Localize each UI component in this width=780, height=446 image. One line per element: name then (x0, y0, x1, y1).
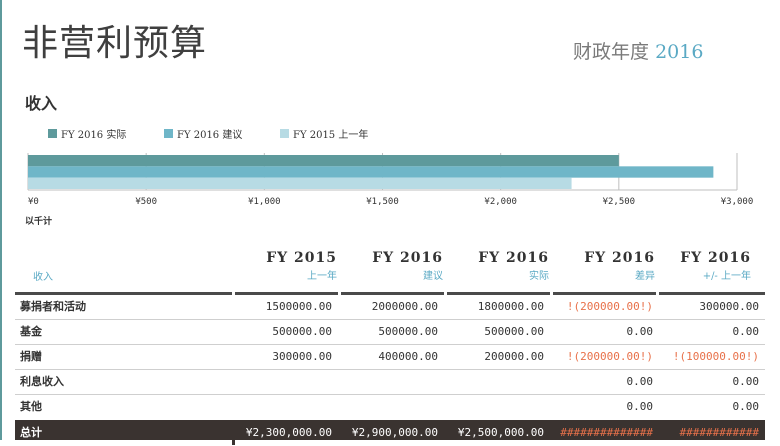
column-header-sub: 上一年 (307, 271, 337, 282)
column-header-year: FY 2016 (680, 250, 751, 266)
column-header-sub: 实际 (529, 271, 549, 282)
unit-label: 以千计 (25, 217, 53, 227)
legend-label: FY 2015 上一年 (293, 130, 369, 141)
total-label: 总计 (20, 426, 42, 439)
column-header-fy2016-variance: FY 2016 差异 (553, 250, 655, 282)
legend-swatch (164, 129, 173, 138)
cell-vs-prior[interactable]: 0.00 (659, 320, 760, 344)
column-header-sub: 差异 (635, 271, 655, 282)
cell-fy2016-actual[interactable]: 500000.00 (447, 320, 544, 344)
table-row[interactable]: 其他 0.00 0.00 (15, 395, 765, 420)
table-row[interactable]: 利息收入 0.00 0.00 (15, 370, 765, 395)
total-vs-prior[interactable]: ############ (659, 420, 759, 440)
cell-fy2016-proposed[interactable] (341, 395, 438, 419)
table-row[interactable]: 募捐者和活动 1500000.00 2000000.00 1800000.00 … (15, 295, 765, 320)
column-header-year: FY 2016 (584, 250, 655, 266)
legend-swatch (48, 129, 57, 138)
x-tick-label: ¥2,500 (603, 197, 636, 207)
total-row[interactable]: 总计 ¥2,300,000.00 ¥2,900,000.00 ¥2,500,00… (15, 420, 765, 445)
x-tick-label: ¥3,000 (721, 197, 754, 207)
table-row-header: 收入 (33, 272, 53, 283)
bar-fy2016-proposed (28, 166, 714, 178)
cell-fy2016-proposed[interactable] (341, 370, 438, 394)
total-fy2016-actual[interactable]: ¥2,500,000.00 (447, 420, 544, 440)
row-label: 利息收入 (20, 375, 64, 388)
cell-variance[interactable]: !(200000.00!) (553, 295, 653, 319)
total-variance[interactable]: ############## (553, 420, 653, 440)
cell-vs-prior[interactable]: 300000.00 (659, 295, 759, 319)
fiscal-year-label: 财政年度 (573, 41, 650, 63)
total-fy2016-proposed[interactable]: ¥2,900,000.00 (341, 420, 438, 440)
legend-swatch (280, 129, 289, 138)
bar-fy2016-actual (28, 155, 619, 167)
cell-fy2015-prior[interactable]: 500000.00 (235, 320, 332, 344)
cell-variance[interactable]: !(200000.00!) (553, 345, 653, 369)
cell-fy2016-actual[interactable] (447, 395, 544, 419)
cell-fy2016-proposed[interactable]: 400000.00 (341, 345, 438, 369)
cell-fy2015-prior[interactable] (235, 395, 332, 419)
column-header-sub: 建议 (423, 271, 443, 282)
revenue-bar-chart: ¥0 ¥500 ¥1,000 ¥1,500 ¥2,000 ¥2,500 ¥3,000 (27, 153, 754, 207)
legend-item-proposed-2016: FY 2016 建议 (164, 126, 242, 141)
cell-variance[interactable]: 0.00 (553, 395, 654, 419)
cell-fy2016-proposed[interactable]: 500000.00 (341, 320, 438, 344)
cell-vs-prior[interactable]: 0.00 (659, 395, 760, 419)
row-label: 其他 (20, 400, 42, 413)
column-header-fy2015-prior: FY 2015 上一年 (235, 250, 337, 282)
legend-item-prior-2015: FY 2015 上一年 (280, 126, 368, 141)
cell-vs-prior[interactable]: 0.00 (659, 370, 760, 394)
fiscal-year-value: 2016 (655, 41, 704, 63)
cell-fy2015-prior[interactable] (235, 370, 332, 394)
row-label: 捐赠 (20, 350, 42, 363)
x-tick-label: ¥2,000 (484, 197, 517, 207)
cell-variance[interactable]: 0.00 (553, 320, 654, 344)
column-header-year: FY 2016 (478, 250, 549, 266)
legend-label: FY 2016 建议 (177, 130, 243, 141)
column-header-fy2016-proposed: FY 2016 建议 (341, 250, 443, 282)
column-header-fy2016-vs-prior: FY 2016 +/- 上一年 (659, 250, 751, 282)
section-title: 收入 (25, 94, 58, 113)
column-header-year: FY 2016 (372, 250, 443, 266)
cell-fy2016-actual[interactable]: 1800000.00 (447, 295, 544, 319)
column-header-year: FY 2015 (266, 250, 337, 266)
cell-vs-prior[interactable]: !(100000.00!) (659, 345, 759, 369)
x-tick-label: ¥1,500 (366, 197, 399, 207)
cell-variance[interactable]: 0.00 (553, 370, 654, 394)
legend-label: FY 2016 实际 (61, 130, 127, 141)
legend-item-actual-2016: FY 2016 实际 (48, 126, 126, 141)
bar-fy2015-prior (28, 177, 572, 189)
cell-fy2015-prior[interactable]: 300000.00 (235, 345, 332, 369)
x-tick-label: ¥500 (135, 197, 157, 207)
total-fy2015-prior[interactable]: ¥2,300,000.00 (235, 420, 332, 440)
column-header-fy2016-actual: FY 2016 实际 (447, 250, 549, 282)
cell-fy2016-actual[interactable]: 200000.00 (447, 345, 544, 369)
table-row[interactable]: 捐赠 300000.00 400000.00 200000.00 !(20000… (15, 345, 765, 370)
row-label: 基金 (20, 325, 42, 338)
cell-fy2016-proposed[interactable]: 2000000.00 (341, 295, 438, 319)
cell-fy2015-prior[interactable]: 1500000.00 (235, 295, 332, 319)
fiscal-year: 财政年度 2016 (573, 37, 703, 64)
x-tick-label: ¥0 (28, 197, 39, 207)
page-title: 非营利预算 (22, 23, 208, 64)
cell-fy2016-actual[interactable] (447, 370, 544, 394)
x-tick-label: ¥1,000 (248, 197, 281, 207)
column-header-sub: +/- 上一年 (702, 271, 751, 282)
row-label: 募捐者和活动 (20, 300, 86, 313)
table-row[interactable]: 基金 500000.00 500000.00 500000.00 0.00 0.… (15, 320, 765, 345)
